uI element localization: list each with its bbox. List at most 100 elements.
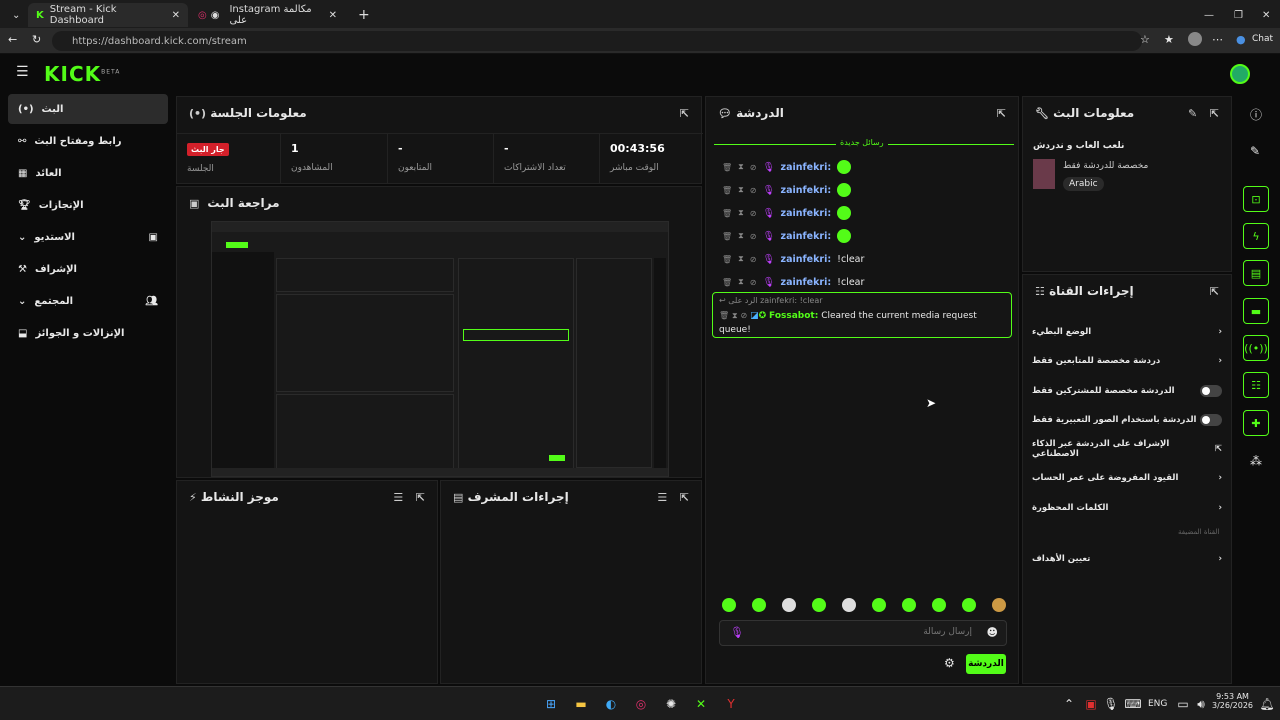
close-tab-icon[interactable]: ✕: [329, 10, 337, 21]
chat-message[interactable]: 🗑︎ ⧗ ⊘ 🎙︎ zainfekri: !clear: [722, 273, 864, 291]
hamburger-menu-icon[interactable]: ☰: [16, 64, 29, 80]
emotes-only-toggle[interactable]: [1200, 414, 1222, 426]
language-indicator[interactable]: ENG: [1148, 699, 1167, 709]
edit-layout-icon[interactable]: ✎: [1250, 144, 1260, 158]
tab-menu-icon[interactable]: ⌄: [4, 3, 24, 27]
emote-button[interactable]: [932, 598, 946, 612]
profile-avatar[interactable]: [1188, 32, 1202, 46]
file-explorer-icon[interactable]: ▬: [572, 695, 590, 713]
filter-icon[interactable]: ☰: [657, 491, 667, 504]
keyboard-icon[interactable]: ⌨: [1124, 695, 1142, 713]
sidebar-item-moderation[interactable]: ⚒ الإشراف: [8, 254, 168, 284]
chat-message[interactable]: 🗑︎ ⧗ ⊘ 🎙︎ zainfekri:: [722, 204, 852, 222]
set-goals-row[interactable]: تعيين الأهداف ›: [1032, 545, 1222, 573]
chat-username[interactable]: zainfekri:: [781, 231, 832, 242]
emoji-picker-icon[interactable]: ☻: [987, 626, 998, 639]
rail-modlog-button[interactable]: ▤: [1243, 260, 1269, 286]
volume-icon[interactable]: 🔊︎: [1192, 695, 1210, 713]
collections-icon[interactable]: ★: [1164, 33, 1174, 46]
sidebar-item-studio[interactable]: ⌄ الاستديو ▣: [8, 222, 168, 252]
timeout-icon[interactable]: ⧗: [738, 185, 744, 195]
minimize-button[interactable]: —: [1196, 3, 1222, 27]
emote-button[interactable]: [902, 598, 916, 612]
popout-icon[interactable]: ⇱: [997, 107, 1006, 120]
popout-icon[interactable]: ⇱: [680, 491, 689, 504]
sidebar-item-revenue[interactable]: ▦ العائد: [8, 158, 168, 188]
trash-icon[interactable]: 🗑︎: [722, 186, 732, 195]
popout-icon[interactable]: ⇱: [1210, 107, 1219, 120]
sidebar-item-drops[interactable]: ⬓ الإنزالات و الجوائز: [8, 318, 168, 348]
mic-tray-icon[interactable]: 🎙︎: [1102, 695, 1120, 713]
tab-instagram[interactable]: ◎ ◉ Instagram مكالمة على ✕: [190, 3, 345, 27]
clock[interactable]: 9:53 AM 3/26/2026: [1212, 692, 1253, 710]
trash-icon[interactable]: 🗑︎: [722, 232, 732, 241]
rail-chat-button[interactable]: ▬: [1243, 298, 1269, 324]
chevron-up-icon[interactable]: ⌃: [1060, 695, 1078, 713]
emote-button[interactable]: [752, 598, 766, 612]
widgets-icon[interactable]: ⁂: [1250, 454, 1262, 468]
yandex-icon[interactable]: Y: [722, 695, 740, 713]
ban-icon[interactable]: ⊘: [750, 186, 757, 195]
bot-username[interactable]: Fossabot:: [769, 311, 818, 321]
emote-button[interactable]: [962, 598, 976, 612]
copilot-icon[interactable]: ●: [1236, 33, 1246, 46]
sidebar-item-stream[interactable]: (•) البث: [8, 94, 168, 124]
popout-icon[interactable]: ⇱: [1210, 285, 1219, 298]
emote-button[interactable]: [812, 598, 826, 612]
timeout-icon[interactable]: ⧗: [738, 231, 744, 241]
emote-button[interactable]: [722, 598, 736, 612]
timeout-icon[interactable]: ⧗: [738, 208, 744, 218]
chat-username[interactable]: zainfekri:: [781, 208, 832, 219]
popout-icon[interactable]: ⇱: [416, 491, 425, 504]
trash-icon[interactable]: 🗑︎: [722, 278, 732, 287]
emote-button[interactable]: [782, 598, 796, 612]
trash-icon[interactable]: 🗑︎: [722, 163, 732, 172]
close-window-button[interactable]: ✕: [1254, 3, 1278, 27]
close-tab-icon[interactable]: ✕: [172, 10, 180, 21]
capcut-icon[interactable]: ✕: [692, 695, 710, 713]
maximize-button[interactable]: ❐: [1226, 3, 1251, 27]
chat-message[interactable]: 🗑︎ ⧗ ⊘ 🎙︎ zainfekri:: [722, 181, 852, 199]
instagram-icon[interactable]: ◎: [632, 695, 650, 713]
rail-stream-info-button[interactable]: ✚: [1243, 410, 1269, 436]
emote-button[interactable]: [872, 598, 886, 612]
trash-icon[interactable]: 🗑︎: [719, 311, 729, 320]
popout-icon[interactable]: ⇱: [680, 107, 689, 120]
ban-icon[interactable]: ⊘: [750, 163, 757, 172]
slow-mode-row[interactable]: الوضع البطيء ›: [1032, 318, 1222, 346]
settings-gear-icon[interactable]: ⚙: [944, 656, 955, 670]
ban-icon[interactable]: ⊘: [750, 278, 757, 287]
rail-camera-button[interactable]: ⊡: [1243, 186, 1269, 212]
chat-username[interactable]: zainfekri:: [781, 254, 832, 265]
sidebar-item-community[interactable]: ⌄ المجتمع 👥︎: [8, 286, 168, 316]
stream-preview-video[interactable]: [211, 221, 669, 477]
bot-reply-message[interactable]: ↩ الرد على zainfekri: !clear 🗑︎ ⧗ ⊘ ◪✪ F…: [712, 292, 1012, 338]
rail-broadcast-button[interactable]: ((•)): [1243, 335, 1269, 361]
tab-kick-dashboard[interactable]: K Stream - Kick Dashboard ✕: [28, 3, 188, 27]
chat-message[interactable]: 🗑︎ ⧗ ⊘ 🎙︎ zainfekri:: [722, 158, 852, 176]
emote-button[interactable]: [992, 598, 1006, 612]
network-icon[interactable]: ▭: [1174, 695, 1192, 713]
rail-activity-button[interactable]: ϟ: [1243, 223, 1269, 249]
chat-input[interactable]: 🎙︎ إرسال رسالة ☻: [719, 620, 1007, 646]
refresh-icon[interactable]: ↻: [32, 33, 41, 46]
kick-logo[interactable]: KICKBETA: [44, 62, 120, 86]
banned-words-row[interactable]: الكلمات المحظورة ›: [1032, 494, 1222, 522]
ban-icon[interactable]: ⊘: [750, 232, 757, 241]
chat-username[interactable]: zainfekri:: [781, 185, 832, 196]
ban-icon[interactable]: ⊘: [750, 209, 757, 218]
ban-icon[interactable]: ⊘: [741, 311, 748, 320]
start-icon[interactable]: ⊞: [542, 695, 560, 713]
filter-icon[interactable]: ☰: [393, 491, 403, 504]
sidebar-item-achievements[interactable]: 🏆︎ الإنجازات: [8, 190, 168, 220]
url-field[interactable]: https://dashboard.kick.com/stream: [52, 31, 1142, 51]
chat-username[interactable]: zainfekri:: [781, 162, 832, 173]
sidebar-item-stream-key[interactable]: ⚯ رابط ومفتاح البث: [8, 126, 168, 156]
copilot-chat-label[interactable]: Chat: [1252, 34, 1273, 44]
back-icon[interactable]: ←: [8, 33, 17, 46]
more-menu-icon[interactable]: ⋯: [1212, 33, 1223, 46]
timeout-icon[interactable]: ⧗: [738, 277, 744, 287]
ai-moderation-row[interactable]: الإشراف على الدردشة عبر الذكاء الاصطناعي…: [1032, 435, 1222, 463]
info-icon[interactable]: ⓘ: [1250, 106, 1262, 123]
timeout-icon[interactable]: ⧗: [738, 254, 744, 264]
